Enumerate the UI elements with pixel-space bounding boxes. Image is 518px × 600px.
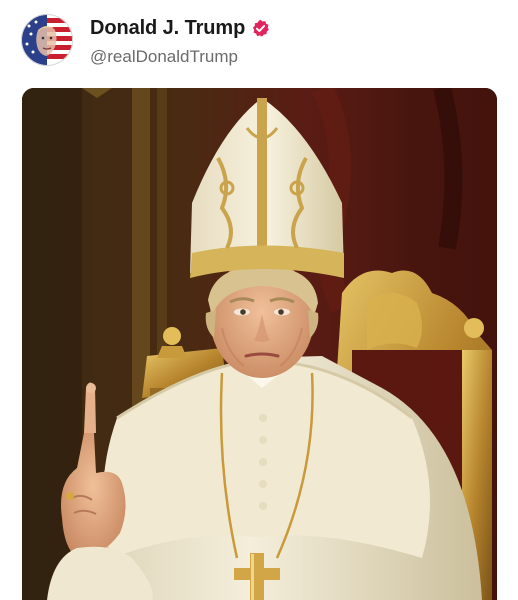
verified-badge-icon: [251, 19, 270, 38]
author-handle[interactable]: @realDonaldTrump: [90, 47, 238, 67]
post-image[interactable]: [22, 88, 497, 600]
author-name-row[interactable]: Donald J. Trump: [90, 14, 270, 42]
pope-portrait-image-icon: [22, 88, 497, 600]
flag-portrait-avatar-icon: [21, 14, 73, 66]
author-avatar[interactable]: [21, 14, 73, 66]
author-display-name[interactable]: Donald J. Trump: [90, 17, 245, 40]
post-header: Donald J. Trump @realDonaldTrump: [0, 0, 518, 84]
